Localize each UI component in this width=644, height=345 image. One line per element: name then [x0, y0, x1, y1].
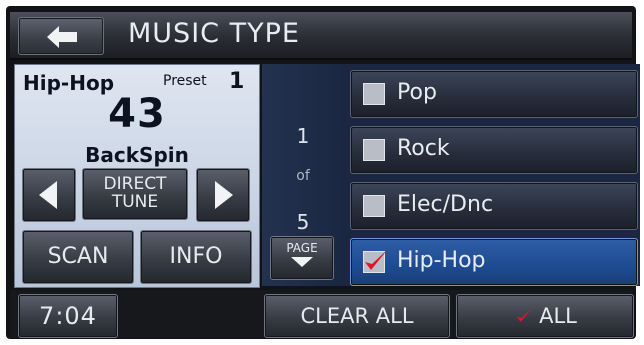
station-name: BackSpin	[85, 143, 189, 167]
select-all-button[interactable]: ALL	[456, 294, 634, 338]
select-all-label: ALL	[539, 304, 577, 328]
list-item-label: Hip-Hop	[397, 248, 486, 273]
previous-channel-button[interactable]	[22, 168, 76, 222]
list-item-rock[interactable]: Rock	[350, 126, 638, 174]
list-item-label: Rock	[397, 136, 450, 161]
checkbox[interactable]	[363, 195, 385, 217]
direct-tune-line2: TUNE	[111, 192, 159, 212]
checkbox[interactable]	[363, 139, 385, 161]
checkmark-icon	[365, 249, 388, 270]
clock-button[interactable]: 7:04	[18, 294, 118, 338]
page-label: PAGE	[286, 241, 318, 255]
list-item-label: Pop	[397, 80, 437, 105]
page-down-button[interactable]: PAGE	[270, 236, 334, 280]
direct-tune-line1: DIRECT	[103, 174, 167, 194]
triangle-left-icon	[39, 181, 57, 209]
info-button[interactable]: INFO	[140, 230, 252, 284]
checkbox[interactable]	[363, 83, 385, 105]
chevron-down-icon	[291, 257, 313, 267]
back-button[interactable]	[18, 17, 104, 55]
list-item-pop[interactable]: Pop	[350, 70, 638, 118]
radio-screen: MUSIC TYPE Hip-Hop Preset 1 43 BackSpin …	[0, 0, 644, 345]
checkmark-icon	[516, 308, 533, 322]
header-bar: MUSIC TYPE	[10, 12, 632, 60]
list-item-elec-dnc[interactable]: Elec/Dnc	[350, 182, 638, 230]
page-title: MUSIC TYPE	[128, 18, 300, 49]
current-page: 1	[296, 124, 310, 148]
checkbox-checked[interactable]	[363, 249, 388, 273]
scan-button[interactable]: SCAN	[22, 230, 134, 284]
direct-tune-button[interactable]: DIRECT TUNE	[82, 168, 188, 220]
list-item-label: Elec/Dnc	[397, 192, 494, 217]
total-pages: 5	[296, 210, 310, 234]
preset-label: Preset	[163, 73, 207, 89]
list-item-hip-hop[interactable]: Hip-Hop	[350, 238, 638, 286]
channel-number: 43	[108, 91, 166, 137]
page-of-label: of	[296, 168, 310, 184]
next-channel-button[interactable]	[196, 168, 250, 222]
clear-all-button[interactable]: CLEAR ALL	[264, 294, 450, 338]
triangle-right-icon	[215, 181, 233, 209]
left-arrow-icon	[47, 26, 77, 48]
